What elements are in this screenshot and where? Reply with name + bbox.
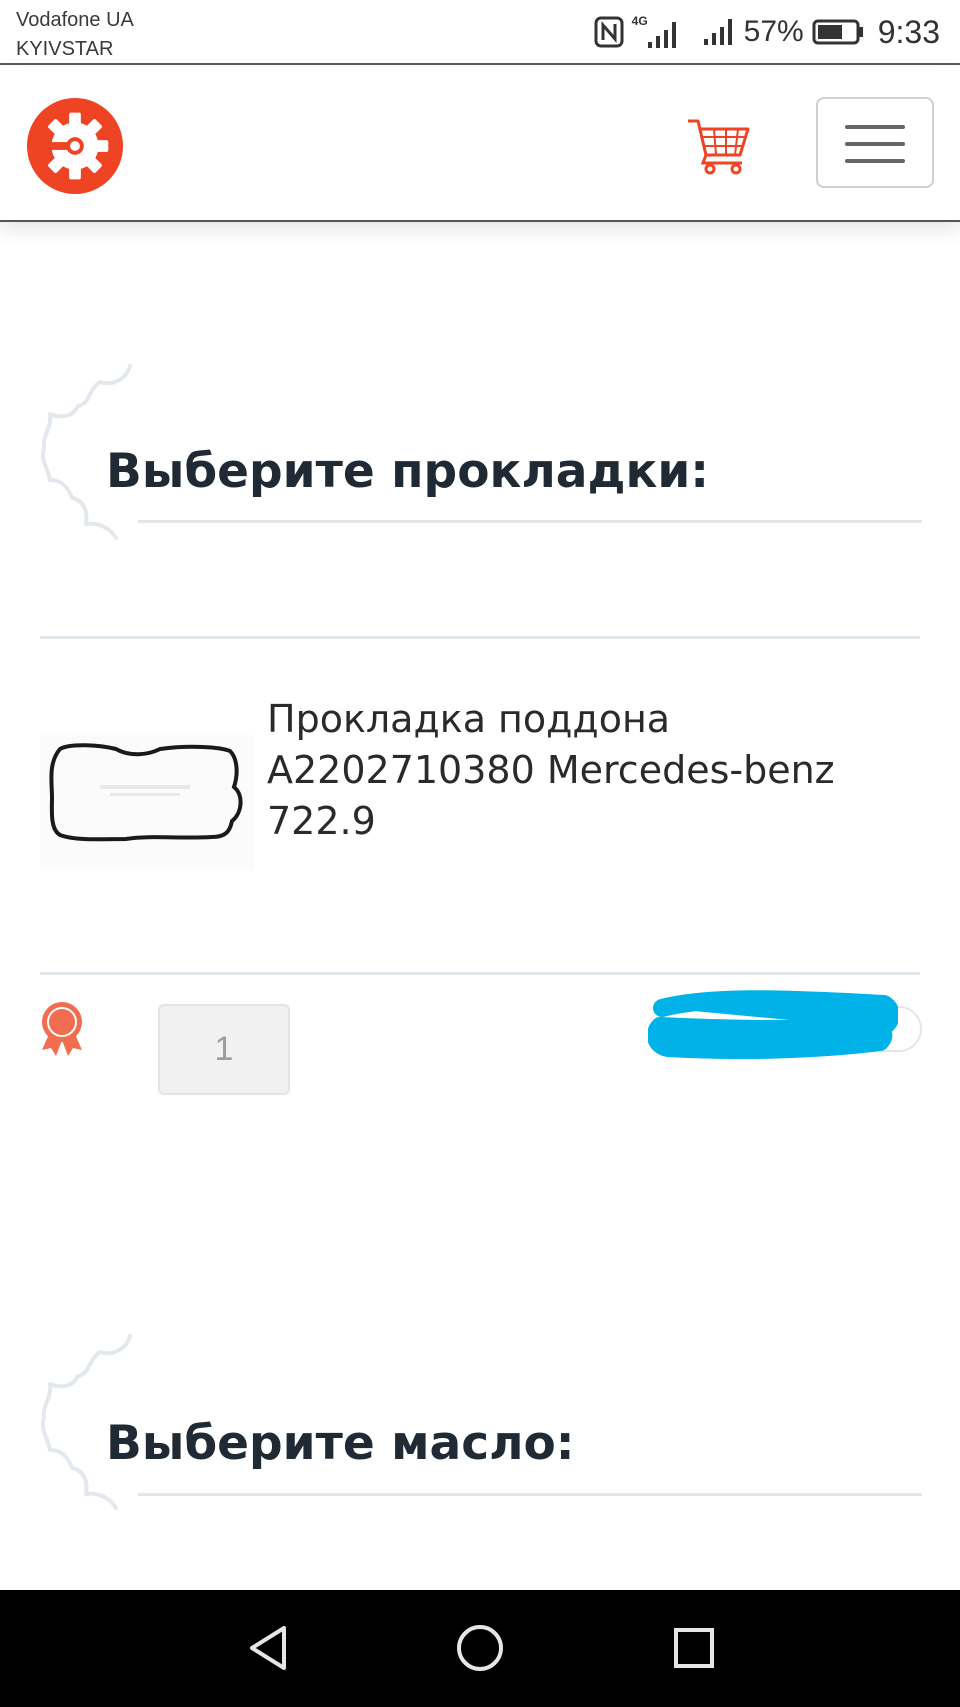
redaction-scribble xyxy=(648,990,898,1059)
menu-bar xyxy=(845,159,905,163)
gasket-image xyxy=(40,735,254,869)
battery-percent: 57% xyxy=(743,15,804,48)
section-title: Выберите прокладки: xyxy=(106,444,710,499)
site-header xyxy=(0,67,960,222)
section-underline xyxy=(138,1493,922,1496)
menu-bar xyxy=(845,142,905,146)
award-badge-icon xyxy=(42,1002,82,1056)
carrier-info: Vodafone UA KYIVSTAR xyxy=(16,6,134,64)
product-image[interactable] xyxy=(40,735,254,869)
gear-logo-icon[interactable] xyxy=(26,97,124,195)
back-triangle-icon[interactable] xyxy=(240,1618,300,1678)
battery-icon xyxy=(812,19,863,45)
carrier-name-1: Vodafone UA xyxy=(16,9,134,31)
hamburger-menu-icon[interactable] xyxy=(816,97,934,188)
cart-icon[interactable] xyxy=(686,111,752,177)
section-underline xyxy=(138,520,922,523)
menu-bar xyxy=(845,125,905,129)
quantity-input[interactable]: 1 xyxy=(158,1004,290,1095)
recents-square-icon[interactable] xyxy=(664,1618,724,1678)
gaskets-section-heading: Выберите прокладки: xyxy=(38,362,922,552)
home-circle-icon[interactable] xyxy=(450,1618,510,1678)
oil-section-heading: Выберите масло: xyxy=(38,1332,922,1522)
system-nav-bar xyxy=(0,1590,960,1707)
signal-bars-icon xyxy=(647,22,676,48)
mobile-signal-4g: 4G xyxy=(632,14,682,50)
network-type-label: 4G xyxy=(631,14,648,28)
carrier-name-2: KYIVSTAR xyxy=(16,38,114,60)
signal-bars-icon-2 xyxy=(703,19,732,45)
clock: 9:33 xyxy=(877,13,940,50)
product-name[interactable]: Прокладка поддона A2202710380 Mercedes-b… xyxy=(267,694,917,847)
section-title: Выберите масло: xyxy=(106,1416,575,1471)
status-icons: 4G 57% 9:33 xyxy=(594,12,940,52)
nfc-icon xyxy=(594,16,624,48)
divider xyxy=(40,972,920,975)
status-bar: Vodafone UA KYIVSTAR 4G 57% 9:33 xyxy=(0,0,960,65)
divider xyxy=(40,636,920,639)
